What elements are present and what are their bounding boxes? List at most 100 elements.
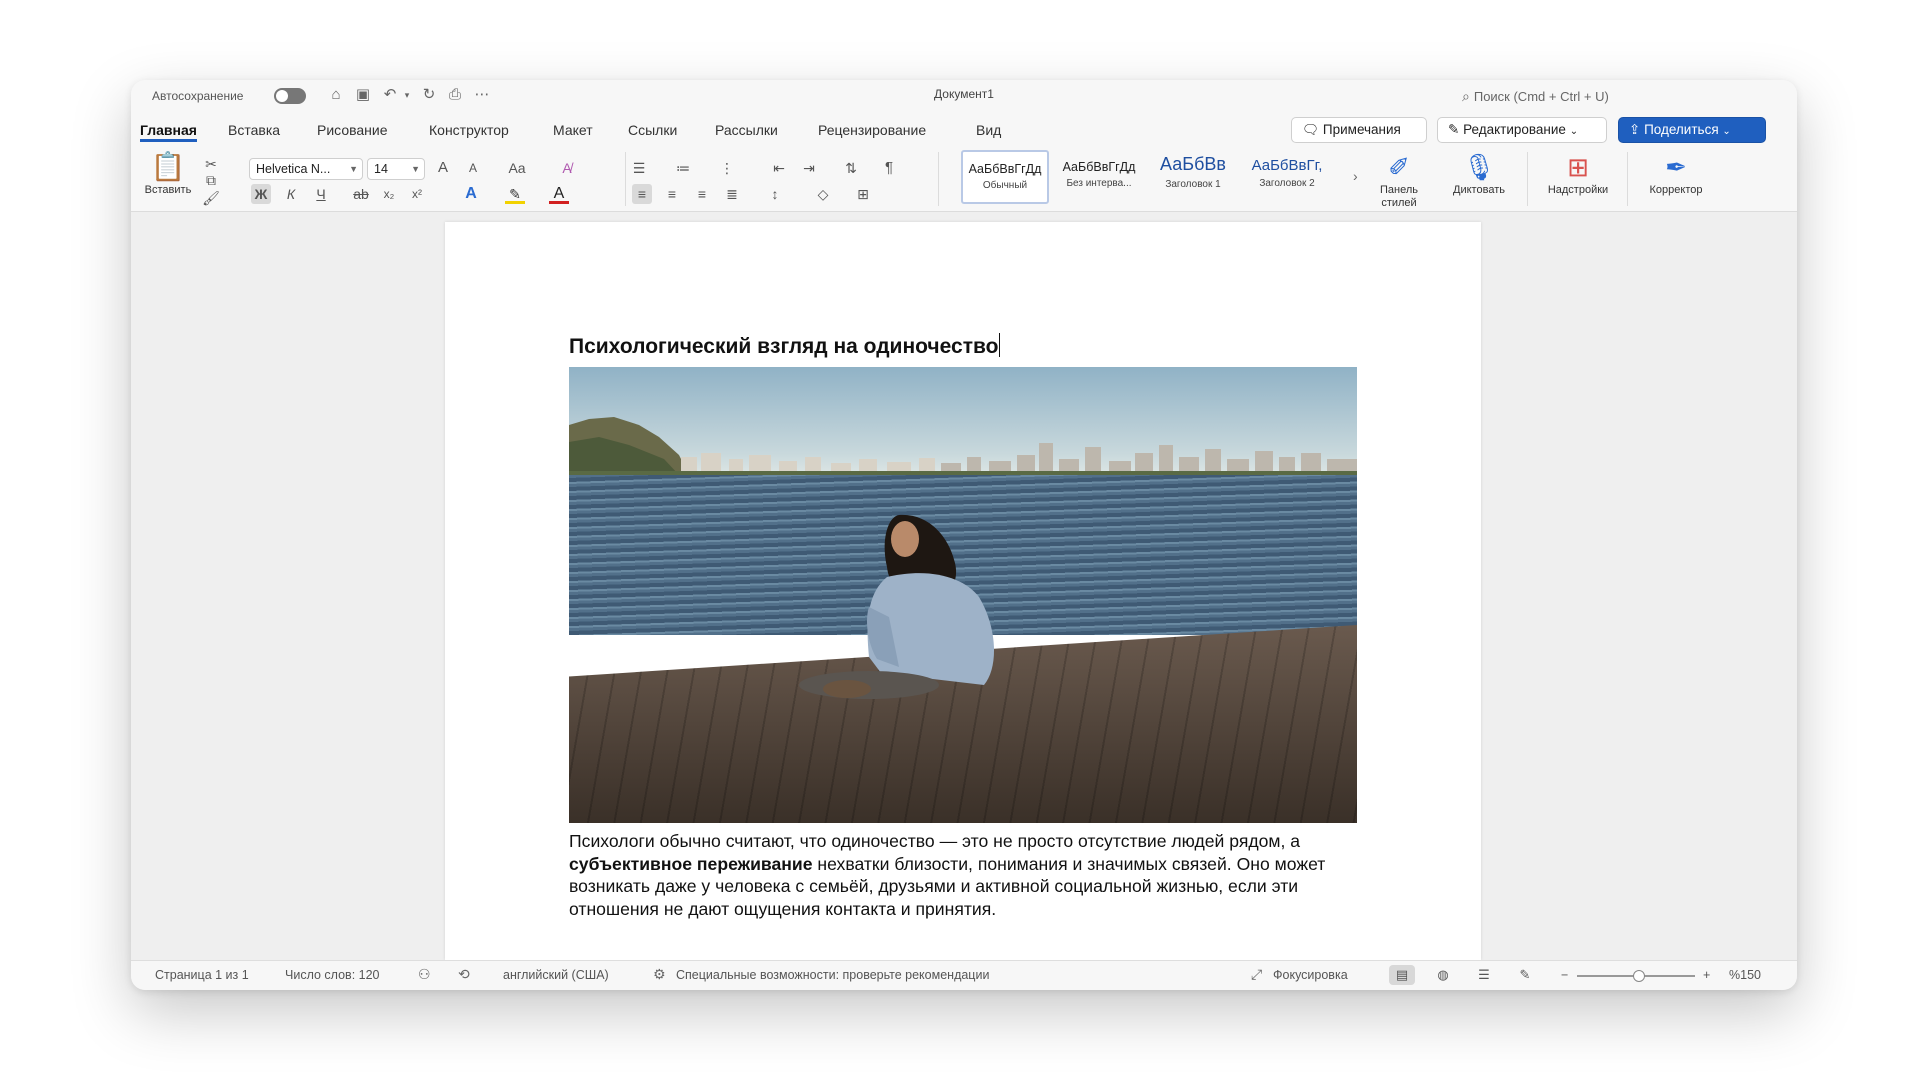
- paragraph-bold-text: субъективное переживание: [569, 853, 813, 874]
- comment-icon: 🗨: [1302, 122, 1320, 137]
- document-heading[interactable]: Психологический взгляд на одиночество: [569, 333, 1001, 359]
- styles-pane-button[interactable]: ✐ Панель стилей: [1367, 150, 1431, 210]
- language-indicator[interactable]: английский (США): [503, 968, 609, 982]
- superscript-button[interactable]: x²: [407, 184, 427, 204]
- strikethrough-button[interactable]: ab: [351, 184, 371, 204]
- align-left-icon[interactable]: ≡: [632, 184, 652, 204]
- dictate-button[interactable]: 🎙 Диктовать: [1439, 150, 1519, 197]
- font-name-select[interactable]: Helvetica N... ▼: [249, 158, 363, 180]
- editor-pen-icon: ✒: [1665, 152, 1687, 182]
- shrink-font-icon[interactable]: A: [463, 158, 483, 178]
- font-size-select[interactable]: 14 ▼: [367, 158, 425, 180]
- track-changes-icon[interactable]: ⟲: [458, 966, 470, 983]
- dictate-label: Диктовать: [1453, 184, 1505, 196]
- style-heading-1[interactable]: АаБбВв Заголовок 1: [1149, 150, 1237, 204]
- copy-icon[interactable]: ⧉: [201, 170, 221, 190]
- numbering-icon[interactable]: ≔: [673, 158, 693, 178]
- tab-home[interactable]: Главная: [140, 120, 197, 142]
- align-center-icon[interactable]: ≡: [662, 184, 682, 204]
- ribbon-tabs: Главная Вставка Рисование Конструктор Ма…: [131, 112, 1797, 146]
- zoom-slider-thumb[interactable]: [1633, 970, 1645, 982]
- style-name: Обычный: [982, 180, 1028, 191]
- word-window: Автосохранение ⌂ ▣ ↶ ▾ ↻ ⎙ ⋯ Документ1 ⌕…: [131, 80, 1797, 990]
- styles-gallery: АаБбВвГгДд Обычный АаБбВвГгДд Без интерв…: [961, 148, 1369, 208]
- subscript-button[interactable]: x₂: [379, 184, 399, 204]
- document-paragraph[interactable]: Психологи обычно считают, что одиночеств…: [569, 830, 1369, 920]
- style-no-spacing[interactable]: АаБбВвГгДд Без интерва...: [1055, 150, 1143, 204]
- focus-mode-label[interactable]: Фокусировка: [1273, 968, 1348, 982]
- addins-grid-icon: ⊞: [1567, 152, 1589, 182]
- chevron-down-icon: ▼: [411, 164, 420, 174]
- accessibility-status[interactable]: Специальные возможности: проверьте реком…: [676, 968, 989, 982]
- tab-references[interactable]: Ссылки: [628, 120, 677, 142]
- word-count[interactable]: Число слов: 120: [285, 968, 380, 982]
- style-heading-2[interactable]: АаБбВвГг, Заголовок 2: [1243, 150, 1331, 204]
- line-spacing-icon[interactable]: ↕: [765, 184, 785, 204]
- document-photo[interactable]: [569, 367, 1357, 823]
- editing-label: Редактирование: [1463, 122, 1566, 137]
- photo-person: [799, 514, 995, 699]
- paste-label: Вставить: [144, 184, 192, 196]
- font-color-icon[interactable]: A: [549, 184, 569, 204]
- style-sample: АаБбВв: [1160, 154, 1226, 174]
- outline-view-icon[interactable]: ☰: [1471, 965, 1497, 985]
- microphone-icon: 🎙: [1462, 152, 1496, 182]
- align-right-icon[interactable]: ≡: [692, 184, 712, 204]
- zoom-in-button[interactable]: +: [1703, 968, 1710, 982]
- focus-icon[interactable]: ⤢: [1251, 966, 1262, 983]
- document-canvas[interactable]: Психологический взгляд на одиночество Пс…: [131, 212, 1797, 960]
- chevron-right-icon[interactable]: ›: [1353, 168, 1358, 184]
- addins-button[interactable]: ⊞ Надстройки: [1535, 150, 1621, 197]
- pilcrow-icon[interactable]: ¶: [879, 158, 899, 178]
- editor-button[interactable]: ✒ Корректор: [1635, 150, 1717, 197]
- accessibility-icon[interactable]: ⚙: [653, 966, 666, 983]
- italic-button[interactable]: К: [281, 184, 301, 204]
- paste-button[interactable]: 📋 Вставить: [139, 150, 197, 206]
- draft-view-icon[interactable]: ✎: [1512, 965, 1538, 985]
- grow-font-icon[interactable]: A: [433, 158, 453, 178]
- change-case-icon[interactable]: Aa: [504, 158, 530, 178]
- tab-design[interactable]: Конструктор: [429, 120, 509, 142]
- tab-mailings[interactable]: Рассылки: [715, 120, 778, 142]
- justify-icon[interactable]: ≣: [722, 184, 742, 204]
- comments-button[interactable]: 🗨 Примечания: [1291, 117, 1427, 143]
- share-label: Поделиться: [1644, 122, 1719, 137]
- shading-icon[interactable]: ◇: [813, 184, 833, 204]
- font-name-value: Helvetica N...: [256, 162, 331, 176]
- proofing-icon[interactable]: ⚇: [418, 966, 431, 983]
- document-page[interactable]: Психологический взгляд на одиночество Пс…: [445, 222, 1481, 960]
- ribbon-home: 📋 Вставить ✂ ⧉ 🖌 Helvetica N... ▼ 14 ▼ A…: [131, 146, 1797, 212]
- zoom-level[interactable]: %150: [1729, 968, 1761, 982]
- tab-layout[interactable]: Макет: [553, 120, 593, 142]
- bold-button[interactable]: Ж: [251, 184, 271, 204]
- search-box[interactable]: ⌕ Поиск (Cmd + Ctrl + U): [1462, 85, 1752, 107]
- editor-label: Корректор: [1649, 184, 1703, 196]
- search-label: Поиск (Cmd + Ctrl + U): [1473, 89, 1609, 104]
- editing-mode-button[interactable]: ✎ Редактирование ⌄: [1437, 117, 1607, 143]
- web-layout-icon[interactable]: ◍: [1430, 965, 1456, 985]
- sort-icon[interactable]: ⇅: [841, 158, 861, 178]
- bullets-icon[interactable]: ☰: [629, 158, 649, 178]
- share-button[interactable]: ⇪ Поделиться ⌄: [1618, 117, 1766, 143]
- page-count[interactable]: Страница 1 из 1: [155, 968, 249, 982]
- style-sample: АаБбВвГг,: [1251, 157, 1323, 174]
- title-bar: Автосохранение ⌂ ▣ ↶ ▾ ↻ ⎙ ⋯ Документ1 ⌕…: [131, 80, 1797, 112]
- print-layout-icon[interactable]: ▤: [1389, 965, 1415, 985]
- zoom-out-button[interactable]: −: [1561, 968, 1568, 982]
- addins-label: Надстройки: [1547, 184, 1609, 196]
- borders-icon[interactable]: ⊞: [853, 184, 873, 204]
- status-bar: Страница 1 из 1 Число слов: 120 ⚇ ⟲ англ…: [131, 960, 1797, 990]
- format-painter-icon[interactable]: 🖌: [201, 188, 221, 208]
- tab-draw[interactable]: Рисование: [317, 120, 388, 142]
- text-effects-icon[interactable]: A: [461, 184, 481, 204]
- tab-review[interactable]: Рецензирование: [818, 120, 926, 142]
- tab-insert[interactable]: Вставка: [228, 120, 280, 142]
- increase-indent-icon[interactable]: ⇥: [799, 158, 819, 178]
- tab-view[interactable]: Вид: [976, 120, 1001, 142]
- clear-formatting-icon[interactable]: A̸: [557, 158, 577, 178]
- multilevel-list-icon[interactable]: ⋮: [717, 158, 737, 178]
- highlight-icon[interactable]: ✎: [505, 184, 525, 204]
- underline-button[interactable]: Ч: [311, 184, 331, 204]
- style-normal[interactable]: АаБбВвГгДд Обычный: [961, 150, 1049, 204]
- decrease-indent-icon[interactable]: ⇤: [769, 158, 789, 178]
